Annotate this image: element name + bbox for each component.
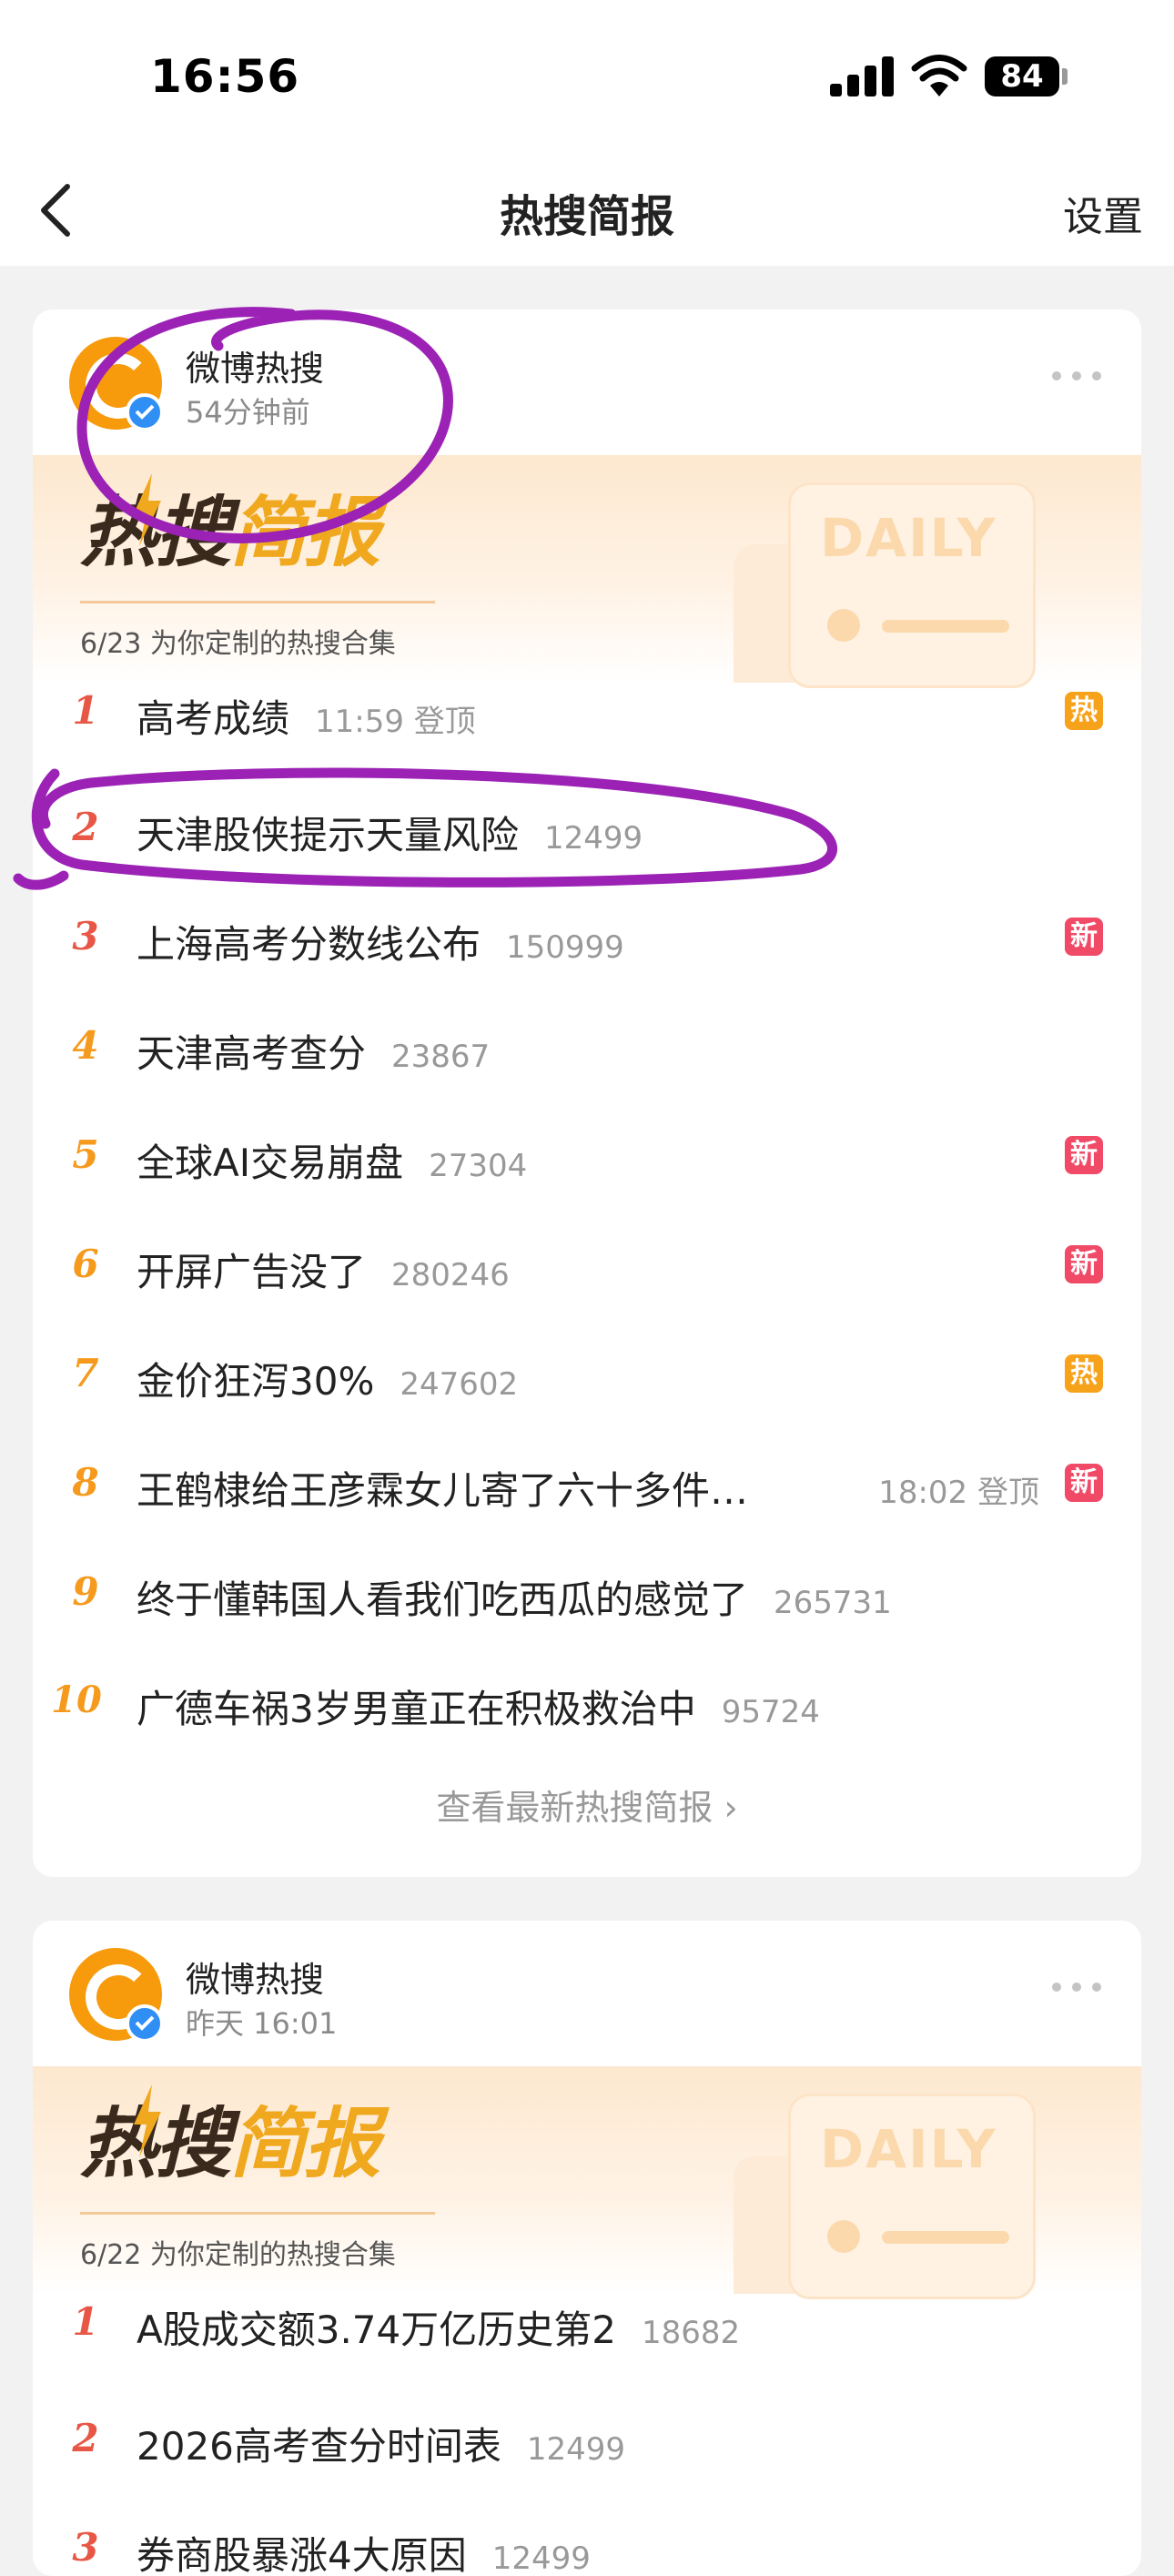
hot-title: 券商股暴涨4大原因 <box>137 2533 467 2576</box>
daily-label: DAILY <box>820 507 997 569</box>
hot-meta: 23867 <box>391 1039 491 1075</box>
briefing-card: 微博热搜 昨天 16:01 热搜简报 6/22 为你定制的热搜合集 DAILY … <box>33 1921 1141 2576</box>
new-badge: 新 <box>1065 1245 1103 1283</box>
rank-number: 3 <box>72 2525 99 2570</box>
rank-number: 8 <box>72 1460 99 1505</box>
banner-date: 6/23 为你定制的热搜合集 <box>80 628 396 660</box>
hot-item-1[interactable]: 1 A股成交额3.74万亿历史第2 18682 <box>33 2268 1141 2378</box>
status-time: 16:56 <box>150 50 300 103</box>
hot-meta: 280246 <box>391 1257 510 1293</box>
daily-dot-icon <box>827 2220 860 2253</box>
new-badge: 新 <box>1065 918 1103 956</box>
verified-badge-icon <box>126 393 164 431</box>
cellular-signal-icon <box>830 56 896 96</box>
rank-number: 1 <box>72 688 99 733</box>
rank-number: 4 <box>72 1023 99 1068</box>
card-header: 微博热搜 54分钟前 <box>33 309 1141 460</box>
card-header: 微博热搜 昨天 16:01 <box>33 1921 1141 2071</box>
hot-meta: 12499 <box>491 2541 591 2576</box>
hot-list: 1 A股成交额3.74万亿历史第2 18682 2 2026高考查分时间表 1249… <box>33 2276 1141 2576</box>
daily-bar <box>882 620 1009 633</box>
briefing-banner: 热搜简报 6/22 为你定制的热搜合集 DAILY <box>33 2066 1141 2299</box>
hot-title: 终于懂韩国人看我们吃西瓜的感觉了 <box>137 1577 749 1622</box>
hot-item-8[interactable]: 8 王鹤棣给王彦霖女儿寄了六十多件… 18:02 登顶 新 <box>33 1429 1141 1538</box>
hot-item-7[interactable]: 7 金价狂泻30% 247602 热 <box>33 1320 1141 1429</box>
rank-number: 7 <box>72 1351 99 1395</box>
wifi-icon <box>911 55 967 96</box>
hot-meta: 18682 <box>641 2315 741 2351</box>
hot-meta: 27304 <box>429 1148 528 1184</box>
hot-item-3[interactable]: 3 上海高考分数线公布 150999 新 <box>33 883 1141 992</box>
hot-item-2[interactable]: 2 天津股侠提示天量风险 12499 <box>33 774 1141 883</box>
rank-number: 10 <box>51 1678 102 1721</box>
briefing-banner: 热搜简报 6/23 为你定制的热搜合集 DAILY <box>33 455 1141 688</box>
hot-item-1[interactable]: 1 高考成绩 11:59 登顶 热 <box>33 657 1141 766</box>
settings-button[interactable]: 设置 <box>1063 184 1143 242</box>
battery-tip <box>1062 68 1068 85</box>
nav-bar: 热搜简报 设置 <box>0 155 1174 266</box>
page-title: 热搜简报 <box>499 191 674 242</box>
banner-divider <box>80 2212 435 2215</box>
daily-bar <box>882 2231 1009 2244</box>
briefing-logo: 热搜简报 <box>80 487 380 577</box>
rank-number: 2 <box>72 2416 99 2460</box>
rank-number: 1 <box>72 2299 99 2344</box>
rank-number: 9 <box>72 1569 99 1614</box>
daily-label: DAILY <box>820 2118 997 2180</box>
hot-badge: 热 <box>1065 692 1103 730</box>
rank-number: 5 <box>72 1132 99 1177</box>
view-latest-link[interactable]: 查看最新热搜简报 › <box>33 1780 1141 1830</box>
hot-item-5[interactable]: 5 全球AI交易崩盘 27304 新 <box>33 1101 1141 1211</box>
more-options-icon[interactable] <box>1052 1983 1103 1993</box>
verified-badge-icon <box>126 2004 164 2043</box>
hot-meta: 18:02 登顶 <box>878 1475 1039 1511</box>
hot-meta: 247602 <box>400 1366 519 1403</box>
hot-title: 金价狂泻30% <box>137 1359 375 1404</box>
hot-meta: 150999 <box>506 929 624 966</box>
hot-item-10[interactable]: 10 广德车祸3岁男童正在积极救治中 95724 <box>33 1648 1141 1757</box>
briefing-logo: 热搜简报 <box>80 2098 380 2188</box>
hot-meta: 265731 <box>774 1585 892 1621</box>
hot-item-4[interactable]: 4 天津高考查分 23867 <box>33 992 1141 1101</box>
author-name[interactable]: 微博热搜 <box>186 340 324 390</box>
new-badge: 新 <box>1065 1136 1103 1174</box>
post-time: 昨天 16:01 <box>186 2006 338 2041</box>
daily-dot-icon <box>827 609 860 642</box>
battery-icon: 84 <box>985 56 1059 96</box>
hot-title: 高考成绩 <box>137 696 290 741</box>
hot-list: 1 高考成绩 11:59 登顶 热 2 天津股侠提示天量风险 12499 3 上海高… <box>33 664 1141 1757</box>
hot-meta: 11:59 登顶 <box>315 704 476 740</box>
lightning-icon <box>134 473 161 546</box>
hot-title: 天津高考查分 <box>137 1031 367 1076</box>
hot-item-6[interactable]: 6 开屏广告没了 280246 新 <box>33 1211 1141 1320</box>
hot-title: 上海高考分数线公布 <box>137 922 481 967</box>
hot-title: 全球AI交易崩盘 <box>137 1141 404 1185</box>
hot-item-3[interactable]: 3 券商股暴涨4大原因 12499 <box>33 2494 1141 2576</box>
hot-title: 天津股侠提示天量风险 <box>137 813 520 857</box>
hot-meta: 12499 <box>526 2431 626 2468</box>
banner-date: 6/22 为你定制的热搜合集 <box>80 2239 396 2271</box>
banner-divider <box>80 601 435 603</box>
hot-meta: 95724 <box>721 1694 820 1730</box>
hot-badge: 热 <box>1065 1354 1103 1393</box>
hot-meta: 12499 <box>544 820 643 857</box>
hot-title: A股成交额3.74万亿历史第2 <box>137 2307 616 2352</box>
status-bar: 16:56 84 <box>0 0 1174 155</box>
hot-title: 2026高考查分时间表 <box>137 2424 501 2469</box>
rank-number: 3 <box>72 914 99 958</box>
lightning-icon <box>134 2084 161 2157</box>
hot-item-2[interactable]: 2 2026高考查分时间表 12499 <box>33 2385 1141 2494</box>
hot-title: 开屏广告没了 <box>137 1250 367 1294</box>
hot-title: 王鹤棣给王彦霖女儿寄了六十多件… <box>137 1468 749 1513</box>
new-badge: 新 <box>1065 1464 1103 1502</box>
briefing-card: 微博热搜 54分钟前 热搜简报 6/23 为你定制的热搜合集 DAILY 1 高… <box>33 309 1141 1877</box>
hot-title: 广德车祸3岁男童正在积极救治中 <box>137 1687 696 1731</box>
author-name[interactable]: 微博热搜 <box>186 1952 324 2002</box>
more-options-icon[interactable] <box>1052 371 1103 382</box>
post-time: 54分钟前 <box>186 395 310 430</box>
rank-number: 6 <box>72 1242 99 1286</box>
hot-item-9[interactable]: 9 终于懂韩国人看我们吃西瓜的感觉了 265731 <box>33 1538 1141 1648</box>
rank-number: 2 <box>72 805 99 849</box>
